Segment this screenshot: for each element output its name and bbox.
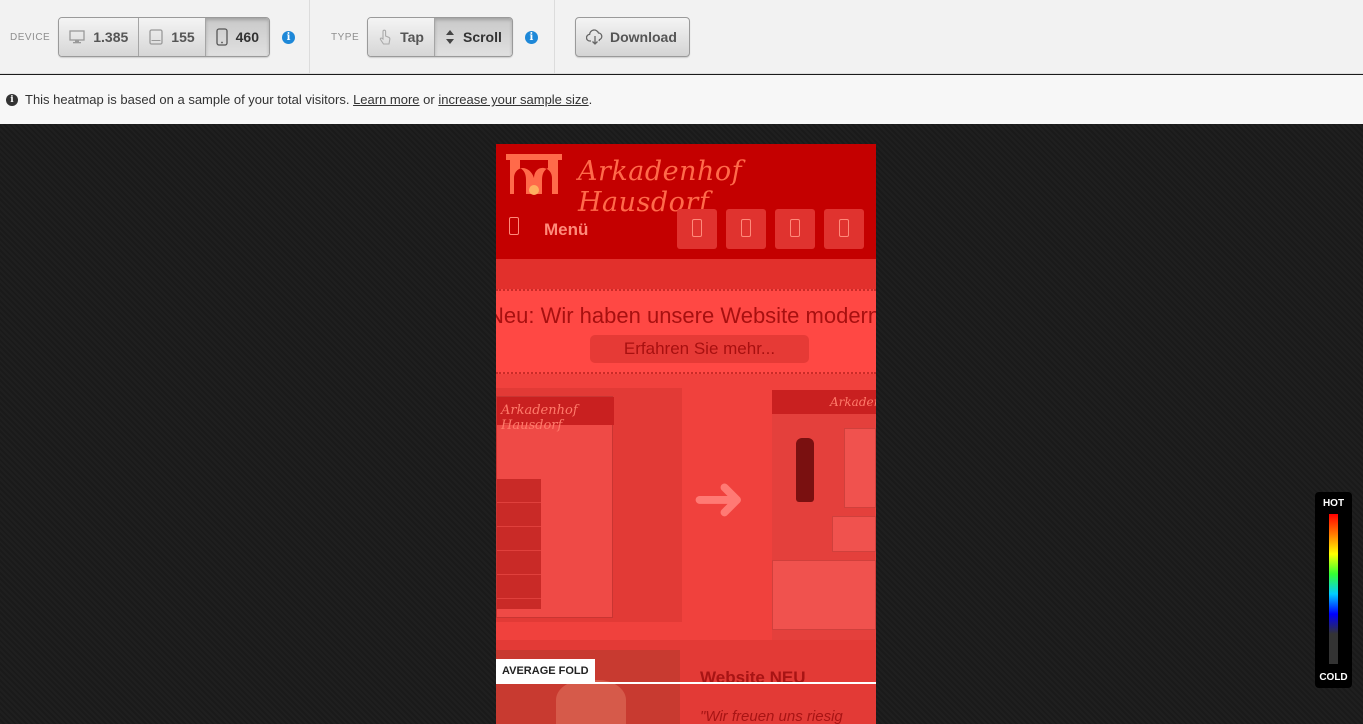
- banner-button: Erfahren Sie mehr...: [590, 335, 809, 363]
- old-site-logo: Arkadenhof Hausdorf: [501, 403, 578, 433]
- new-site-header: Arkadenhof: [772, 390, 876, 414]
- notice-or: or: [423, 92, 435, 107]
- phone-icon: [215, 28, 228, 46]
- banner-text: Neu: Wir haben unsere Website modernisie…: [496, 303, 876, 328]
- site-header: Arkadenhof Hausdorf Menü: [496, 144, 876, 259]
- old-site-frame: Arkadenhof Hausdorf: [496, 396, 614, 618]
- desktop-icon: [69, 30, 85, 44]
- tap-icon: [379, 29, 391, 45]
- device-tablet-count: 155: [171, 29, 195, 45]
- phone-icon: [839, 219, 849, 237]
- device-info-icon[interactable]: i: [282, 30, 295, 44]
- header-phone-button: [824, 209, 864, 249]
- product-tile: [832, 516, 876, 552]
- heat-band: [496, 259, 876, 289]
- average-fold-label: AVERAGE FOLD: [496, 659, 595, 683]
- old-site-header: Arkadenhof Hausdorf: [497, 397, 614, 433]
- increase-sample-link[interactable]: increase your sample size: [438, 92, 588, 107]
- sample-notice: i This heatmap is based on a sample of y…: [0, 75, 1363, 124]
- content-tile: [772, 560, 876, 630]
- notice-end: .: [588, 92, 593, 107]
- phone-icon: [509, 217, 519, 235]
- section-quote: "Wir freuen uns riesig: [700, 708, 843, 724]
- header-phone-button: [726, 209, 766, 249]
- new-site-screenshot: Arkadenhof: [772, 390, 876, 640]
- notice-text: This heatmap is based on a sample of you…: [25, 92, 350, 107]
- device-phone-button[interactable]: 460: [205, 18, 269, 56]
- phone-icon: [790, 219, 800, 237]
- legend-cold-label: COLD: [1319, 672, 1348, 683]
- device-tablet-button[interactable]: 155: [139, 18, 206, 56]
- section-title: Website NEU: [700, 668, 806, 687]
- toolbar-divider: [554, 0, 555, 74]
- wine-bottle-image: [796, 438, 814, 502]
- type-scroll-label: Scroll: [462, 29, 502, 45]
- type-selector: Tap Scroll: [367, 17, 513, 57]
- cloud-download-icon: [586, 29, 603, 45]
- download-label: Download: [610, 29, 677, 45]
- product-tile: [844, 428, 876, 508]
- site-banner: Neu: Wir haben unsere Website modernisie…: [496, 289, 876, 374]
- heat-legend: HOT COLD: [1315, 492, 1352, 688]
- type-tap-button[interactable]: Tap: [368, 18, 435, 56]
- type-label: TYPE: [331, 31, 360, 43]
- old-site-screenshot: Arkadenhof Hausdorf: [496, 388, 682, 622]
- site-showcase: Arkadenhof Hausdorf ➜ Arkadenhof: [496, 374, 876, 640]
- heatmap-page-preview: Arkadenhof Hausdorf Menü Neu: Wir haben …: [496, 144, 876, 724]
- legend-gradient: [1329, 514, 1338, 664]
- portrait-face: [556, 680, 626, 724]
- type-scroll-button[interactable]: Scroll: [434, 18, 512, 56]
- learn-more-link[interactable]: Learn more: [353, 92, 419, 107]
- old-site-nav: [497, 479, 541, 609]
- device-selector: 1.385 155 460: [58, 17, 270, 57]
- legend-hot-label: HOT: [1322, 498, 1345, 509]
- type-group: TYPE Tap Scroll i: [331, 0, 538, 74]
- toolbar-divider: [309, 0, 310, 74]
- type-tap-label: Tap: [400, 29, 424, 45]
- type-info-icon[interactable]: i: [524, 30, 538, 44]
- info-icon: i: [6, 93, 18, 106]
- new-site-logo: Arkadenhof: [830, 395, 876, 409]
- site-menu: Menü: [544, 220, 589, 239]
- device-label: DEVICE: [10, 31, 51, 43]
- scroll-icon: [445, 30, 454, 44]
- arcade-logo-icon: [506, 154, 562, 195]
- download-button[interactable]: Download: [575, 17, 690, 57]
- device-phone-count: 460: [235, 29, 259, 45]
- header-phone-button: [775, 209, 815, 249]
- phone-icon: [692, 219, 702, 237]
- device-desktop-button[interactable]: 1.385: [59, 18, 140, 56]
- tablet-icon: [149, 29, 163, 45]
- device-desktop-count: 1.385: [93, 29, 129, 45]
- phone-icon: [741, 219, 751, 237]
- toolbar: DEVICE 1.385 155 460 i TYPE Tap Scroll i…: [0, 0, 1363, 74]
- device-group: DEVICE 1.385 155 460 i: [10, 0, 295, 74]
- arrow-right-icon: ➜: [692, 462, 746, 536]
- header-phone-button: [677, 209, 717, 249]
- download-group: Download: [575, 0, 690, 74]
